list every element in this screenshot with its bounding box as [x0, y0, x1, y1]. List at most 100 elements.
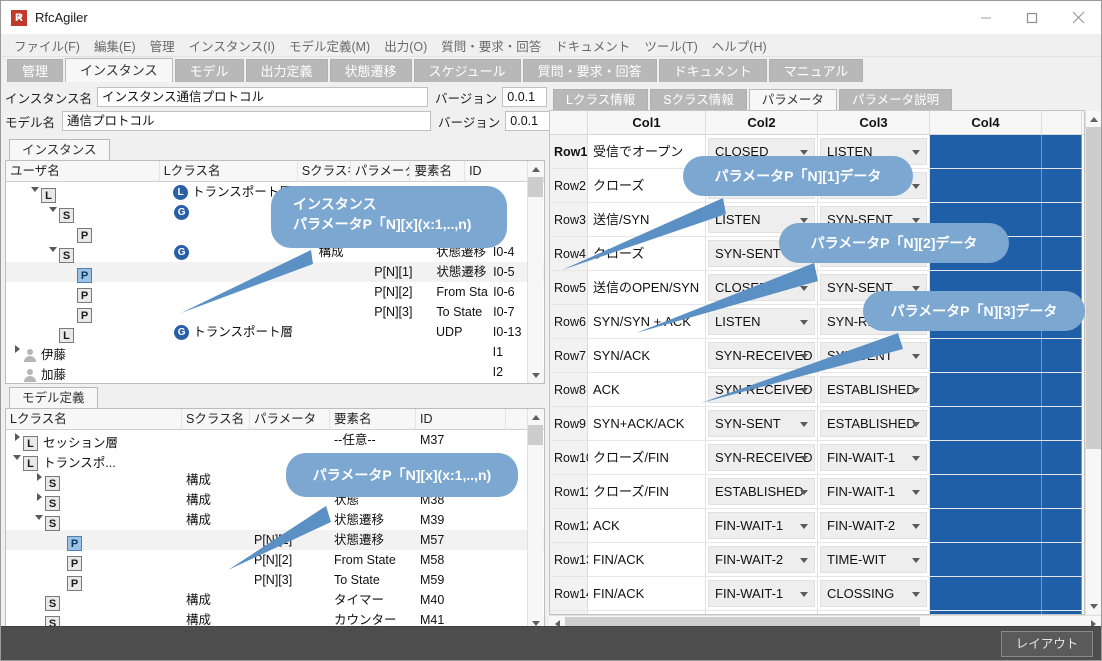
tree-toggle-right-icon[interactable] — [34, 487, 45, 507]
model-version-input[interactable]: 0.0.1 — [505, 111, 551, 131]
scroll-down-icon[interactable] — [528, 367, 544, 383]
col3-dropdown[interactable]: FIN-WAIT-1 — [820, 478, 927, 505]
data-cell-extra[interactable] — [1042, 373, 1082, 406]
main-tab-4[interactable]: 状態遷移 — [329, 59, 412, 82]
data-cell-extra[interactable] — [1042, 509, 1082, 542]
model-col-header-4[interactable]: ID — [416, 409, 506, 429]
data-cell-col3[interactable]: FIN-WAIT-2 — [818, 509, 930, 542]
data-cell-col4[interactable] — [930, 509, 1042, 542]
data-cell-extra[interactable] — [1042, 203, 1082, 236]
tree-toggle-down-icon[interactable] — [12, 447, 23, 467]
data-panel-tab-0[interactable]: Lクラス情報 — [553, 89, 649, 110]
data-cell-extra[interactable] — [1042, 169, 1082, 202]
menu-item-6[interactable]: 質問・要求・回答 — [434, 34, 548, 57]
data-table-row[interactable]: Row11 クローズ/FIN ESTABLISHED FIN-WAIT-1 — [550, 475, 1084, 509]
main-tab-1[interactable]: インスタンス — [65, 58, 173, 82]
close-icon[interactable] — [1055, 1, 1101, 34]
data-panel-tab-2[interactable]: パラメータ — [748, 89, 837, 110]
data-col-header-4[interactable]: Col4 — [930, 111, 1042, 134]
chevron-down-icon[interactable] — [912, 150, 920, 155]
main-tab-6[interactable]: 質問・要求・回答 — [522, 59, 657, 82]
instance-col-header-4[interactable]: 要素名 — [410, 161, 466, 181]
menu-item-7[interactable]: ドキュメント — [548, 34, 637, 57]
data-panel-tab-3[interactable]: パラメータ説明 — [838, 89, 953, 110]
menu-item-9[interactable]: ヘルプ(H) — [705, 34, 774, 57]
menu-item-8[interactable]: ツール(T) — [637, 34, 704, 57]
chevron-down-icon[interactable] — [800, 490, 808, 495]
col2-dropdown[interactable]: FIN-WAIT-1 — [708, 580, 815, 607]
col3-dropdown[interactable]: CLOSSING — [820, 580, 927, 607]
scroll-up-icon[interactable] — [1086, 111, 1101, 127]
minimize-icon[interactable] — [963, 1, 1009, 34]
chevron-down-icon[interactable] — [912, 184, 920, 189]
data-cell-col4[interactable] — [930, 135, 1042, 168]
instance-name-input[interactable]: インスタンス通信プロトコル — [97, 87, 429, 107]
col2-dropdown[interactable]: ESTABLISHED — [708, 478, 815, 505]
data-cell-col2[interactable]: ESTABLISHED — [706, 475, 818, 508]
data-cell-col2[interactable]: FIN-WAIT-2 — [706, 543, 818, 576]
chevron-down-icon[interactable] — [912, 490, 920, 495]
instance-col-header-0[interactable]: ユーザ名 — [6, 161, 160, 181]
data-col-header-2[interactable]: Col2 — [706, 111, 818, 134]
data-cell-extra[interactable] — [1042, 577, 1082, 610]
data-cell-extra[interactable] — [1042, 441, 1082, 474]
instance-col-header-3[interactable]: パラメータ — [351, 161, 411, 181]
data-col-header-extra[interactable] — [1042, 111, 1082, 134]
scroll-down-icon[interactable] — [1086, 598, 1101, 614]
data-cell-col1[interactable]: FIN/ACK — [588, 543, 706, 576]
layout-button[interactable]: レイアウト — [1001, 631, 1093, 657]
chevron-down-icon[interactable] — [912, 524, 920, 529]
model-col-header-2[interactable]: パラメータ — [250, 409, 330, 429]
main-tab-8[interactable]: マニュアル — [768, 59, 864, 82]
data-table-row[interactable]: Row12 ACK FIN-WAIT-1 FIN-WAIT-2 — [550, 509, 1084, 543]
model-tree-vscrollbar[interactable] — [527, 409, 544, 631]
main-tab-0[interactable]: 管理 — [7, 59, 64, 82]
menu-item-2[interactable]: 管理 — [143, 34, 182, 57]
data-cell-col3[interactable]: CLOSSING — [818, 577, 930, 610]
model-name-input[interactable]: 通信プロトコル — [62, 111, 432, 131]
data-cell-col4[interactable] — [930, 543, 1042, 576]
chevron-down-icon[interactable] — [800, 592, 808, 597]
data-cell-col4[interactable] — [930, 441, 1042, 474]
data-table-vscrollbar[interactable] — [1085, 111, 1101, 614]
menu-item-5[interactable]: 出力(O) — [377, 34, 434, 57]
menu-item-3[interactable]: インスタンス(I) — [182, 34, 282, 57]
main-tab-5[interactable]: スケジュール — [413, 59, 521, 82]
data-col-header-1[interactable]: Col1 — [588, 111, 706, 134]
col2-dropdown[interactable]: FIN-WAIT-1 — [708, 512, 815, 539]
menu-item-1[interactable]: 編集(E) — [87, 34, 143, 57]
chevron-down-icon[interactable] — [800, 456, 808, 461]
menu-item-0[interactable]: ファイル(F) — [7, 34, 87, 57]
tab-model-panel[interactable]: モデル定義 — [9, 387, 98, 408]
chevron-down-icon[interactable] — [800, 558, 808, 563]
model-col-header-0[interactable]: Lクラス名 — [6, 409, 182, 429]
data-cell-extra[interactable] — [1042, 475, 1082, 508]
data-cell-col1[interactable]: クローズ/FIN — [588, 475, 706, 508]
tree-toggle-down-icon[interactable] — [48, 199, 59, 219]
model-col-header-3[interactable]: 要素名 — [330, 409, 416, 429]
chevron-down-icon[interactable] — [912, 558, 920, 563]
scroll-up-icon[interactable] — [528, 409, 544, 425]
main-tab-7[interactable]: ドキュメント — [658, 59, 767, 82]
chevron-down-icon[interactable] — [912, 456, 920, 461]
data-cell-col4[interactable] — [930, 407, 1042, 440]
col3-dropdown[interactable]: TIME-WIT — [820, 546, 927, 573]
tree-toggle-right-icon[interactable] — [34, 467, 45, 487]
chevron-down-icon[interactable] — [800, 150, 808, 155]
data-cell-extra[interactable] — [1042, 339, 1082, 372]
data-cell-col4[interactable] — [930, 577, 1042, 610]
data-cell-extra[interactable] — [1042, 237, 1082, 270]
tree-toggle-down-icon[interactable] — [48, 239, 59, 259]
tree-toggle-down-icon[interactable] — [30, 179, 41, 199]
col3-dropdown[interactable]: FIN-WAIT-2 — [820, 512, 927, 539]
chevron-down-icon[interactable] — [800, 524, 808, 529]
instance-tree-row[interactable]: 加藤 I2 — [6, 362, 544, 383]
data-cell-col2[interactable]: FIN-WAIT-1 — [706, 577, 818, 610]
data-cell-col3[interactable]: TIME-WIT — [818, 543, 930, 576]
tree-toggle-right-icon[interactable] — [12, 427, 23, 447]
data-cell-extra[interactable] — [1042, 543, 1082, 576]
instance-col-header-2[interactable]: Sクラス名 — [298, 161, 351, 181]
model-col-header-1[interactable]: Sクラス名 — [182, 409, 250, 429]
data-cell-col3[interactable]: FIN-WAIT-1 — [818, 475, 930, 508]
tree-toggle-right-icon[interactable] — [12, 339, 23, 359]
